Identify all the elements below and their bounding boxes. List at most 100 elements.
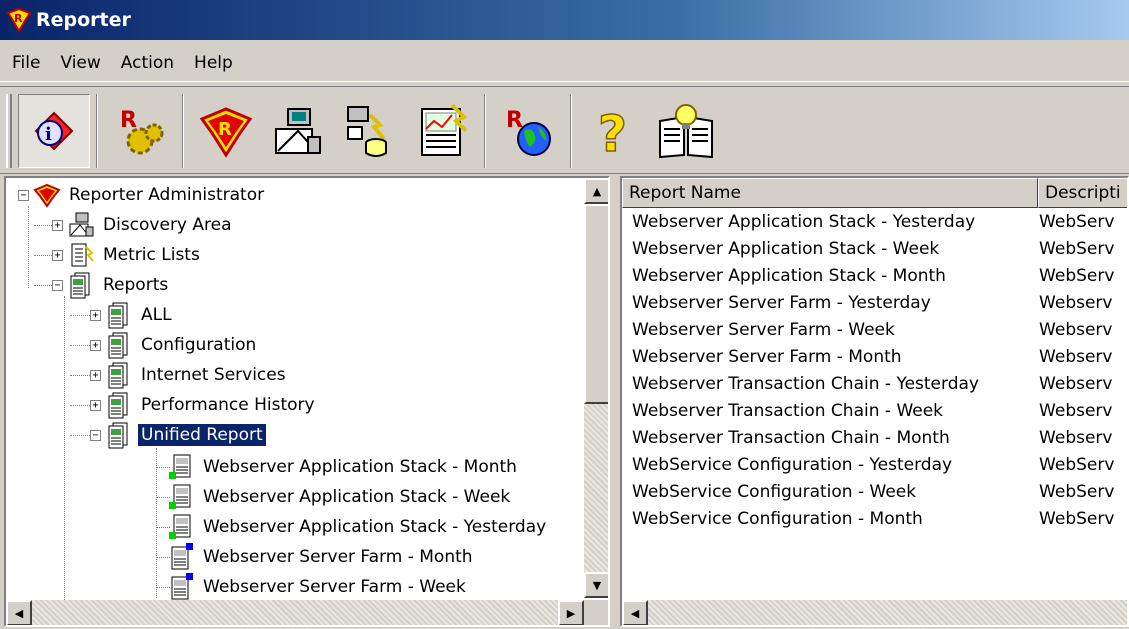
arrow-left-icon: ◀ <box>14 606 24 620</box>
tree-label: Reporter Administrator <box>69 185 265 205</box>
tree-node-reports[interactable]: − Reports <box>52 270 171 300</box>
menu-bar: File View Action Help <box>0 44 1129 82</box>
description-cell: Webserv <box>1039 347 1113 367</box>
reporter-window: R Reporter File View Action Help i R R R… <box>0 0 1129 629</box>
menu-file[interactable]: File <box>2 49 50 77</box>
scroll-thumb[interactable] <box>584 204 608 404</box>
tree-label: Webserver Application Stack - Yesterday <box>203 517 547 537</box>
report-icon <box>70 272 90 299</box>
tree-node-folder-configuration[interactable]: + Configuration <box>90 330 259 360</box>
menu-view[interactable]: View <box>50 49 110 77</box>
tree-pane: − Reporter Administrator + Discovery Are… <box>4 176 610 627</box>
list-header: Report Name Descripti <box>622 178 1127 208</box>
description-cell: Webserv <box>1039 320 1113 340</box>
tree-node-discovery[interactable]: + Discovery Area <box>52 210 235 240</box>
list-horizontal-scrollbar[interactable]: ◀ <box>622 600 1127 625</box>
metric-button[interactable] <box>334 94 406 168</box>
report-name-cell: Webserver Transaction Chain - Month <box>632 428 950 448</box>
expand-toggle[interactable]: + <box>90 399 101 411</box>
settings-button[interactable]: R <box>104 94 176 168</box>
menu-help[interactable]: Help <box>184 49 243 77</box>
scroll-left-button[interactable]: ◀ <box>622 600 648 625</box>
list-row[interactable]: Webserver Transaction Chain - Month Webse… <box>622 428 1127 455</box>
report-chart-icon <box>421 103 468 156</box>
report-name-cell: Webserver Application Stack - Yesterday <box>632 212 976 232</box>
expand-toggle[interactable]: + <box>52 219 63 231</box>
scroll-up-button[interactable]: ▲ <box>584 178 608 204</box>
tree-node-folder-unified-report[interactable]: − Unified Report <box>90 420 267 450</box>
tree-node-root[interactable]: − Reporter Administrator <box>18 180 267 210</box>
arrow-right-icon: ▶ <box>566 606 576 620</box>
collapse-toggle[interactable]: − <box>18 189 29 201</box>
info-icon: i <box>34 111 74 151</box>
manual-button[interactable] <box>650 94 722 168</box>
list-row[interactable]: WebService Configuration - Month WebServ <box>622 509 1127 536</box>
tree-node-folder-performance-history[interactable]: + Performance History <box>90 390 318 420</box>
tree-label: Reports <box>103 275 169 295</box>
reporter-web-button[interactable]: R <box>492 94 564 168</box>
tree-node-report[interactable]: Webserver Application Stack - Week <box>166 482 513 512</box>
list-row[interactable]: Webserver Application Stack - Yesterday W… <box>622 212 1127 239</box>
toolbar-separator <box>96 94 98 168</box>
report-blue-icon <box>171 543 193 570</box>
toolbar-grip[interactable] <box>6 94 12 168</box>
reporter-web-icon: R <box>506 108 551 156</box>
tree-node-report[interactable]: Webserver Application Stack - Yesterday <box>166 512 549 542</box>
tree-label-selected: Unified Report <box>137 423 267 447</box>
list-row[interactable]: Webserver Application Stack - Week WebSer… <box>622 239 1127 266</box>
report-list-pane: Report Name Descripti Webserver Applicat… <box>620 176 1129 627</box>
scroll-down-button[interactable]: ▼ <box>584 572 608 598</box>
list-row[interactable]: Webserver Transaction Chain - Week Webser… <box>622 401 1127 428</box>
expand-toggle[interactable]: + <box>90 369 101 381</box>
title-bar[interactable]: R Reporter <box>0 0 1129 40</box>
menu-action[interactable]: Action <box>111 49 184 77</box>
tree-node-report[interactable]: Webserver Server Farm - Month <box>166 542 476 572</box>
list-row[interactable]: WebService Configuration - Yesterday WebS… <box>622 455 1127 482</box>
report-blue-icon <box>171 573 193 600</box>
tree-label: Configuration <box>141 335 257 355</box>
report-name-cell: WebService Configuration - Month <box>632 509 923 529</box>
tree-node-metric-lists[interactable]: + Metric Lists <box>52 240 203 270</box>
tree-node-folder-internet-services[interactable]: + Internet Services <box>90 360 289 390</box>
reporter-logo-icon: R <box>199 107 253 158</box>
report-button[interactable] <box>406 94 478 168</box>
list-row[interactable]: Webserver Server Farm - Yesterday Webserv <box>622 293 1127 320</box>
discovery-icon <box>69 212 94 237</box>
tree-vertical-scrollbar[interactable]: ▲ ▼ <box>584 178 608 598</box>
tree-node-folder-all[interactable]: + ALL <box>90 300 175 330</box>
expand-toggle[interactable]: + <box>90 339 101 351</box>
expand-toggle[interactable]: + <box>90 309 101 321</box>
column-header-report-name[interactable]: Report Name <box>622 178 1038 208</box>
list-body: Webserver Application Stack - Yesterday W… <box>622 212 1127 536</box>
description-cell: WebServ <box>1039 212 1115 232</box>
report-green-icon <box>169 454 191 479</box>
list-row[interactable]: WebService Configuration - Week WebServ <box>622 482 1127 509</box>
collapse-toggle[interactable]: − <box>90 429 101 441</box>
list-row[interactable]: Webserver Server Farm - Month Webserv <box>622 347 1127 374</box>
report-green-icon <box>169 514 191 539</box>
scroll-corner <box>584 600 608 625</box>
column-header-description[interactable]: Descripti <box>1038 178 1127 208</box>
reporter-button[interactable]: R <box>190 94 262 168</box>
svg-text:R: R <box>218 119 232 140</box>
scroll-right-button[interactable]: ▶ <box>558 600 584 625</box>
toolbar: i R R R ? <box>0 86 1129 174</box>
tree-node-report[interactable]: Webserver Application Stack - Month <box>166 452 520 482</box>
collapse-toggle[interactable]: − <box>52 279 63 291</box>
tree-horizontal-scrollbar[interactable]: ◀ ▶ <box>6 600 584 625</box>
report-name-cell: Webserver Server Farm - Yesterday <box>632 293 931 313</box>
tree-label: Webserver Server Farm - Month <box>203 547 473 567</box>
expand-toggle[interactable]: + <box>52 249 63 261</box>
tree-node-report[interactable]: Webserver Server Farm - Week <box>166 572 469 602</box>
discovery-button[interactable] <box>262 94 334 168</box>
report-green-icon <box>169 484 191 509</box>
list-row[interactable]: Webserver Application Stack - Month WebSe… <box>622 266 1127 293</box>
report-name-cell: Webserver Application Stack - Week <box>632 239 940 259</box>
info-button[interactable]: i <box>18 94 90 168</box>
list-row[interactable]: Webserver Server Farm - Week Webserv <box>622 320 1127 347</box>
help-button[interactable]: ? <box>578 94 650 168</box>
arrow-down-icon: ▼ <box>592 578 602 592</box>
scroll-left-button[interactable]: ◀ <box>6 600 32 625</box>
list-row[interactable]: Webserver Transaction Chain - Yesterday W… <box>622 374 1127 401</box>
reporter-settings-icon: R <box>120 108 164 155</box>
